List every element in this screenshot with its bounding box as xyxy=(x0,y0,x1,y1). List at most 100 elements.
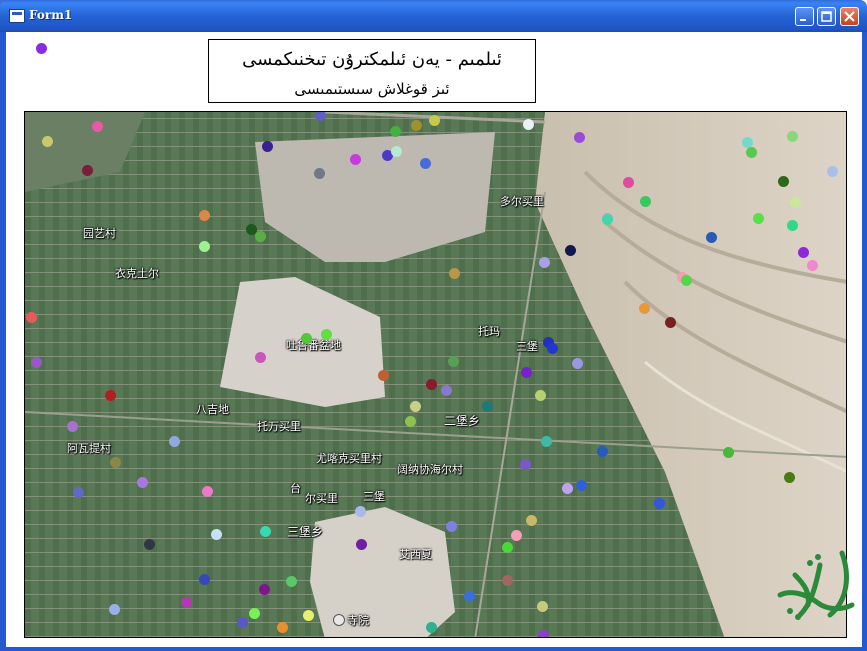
place-label: 衣克土尔 xyxy=(115,267,159,280)
title-bar[interactable]: Form1 xyxy=(0,0,867,32)
close-button[interactable] xyxy=(840,7,859,26)
tracking-dot xyxy=(202,486,213,497)
tracking-dot xyxy=(547,343,558,354)
tracking-dot xyxy=(301,333,312,344)
tracking-dot xyxy=(249,608,260,619)
satellite-map[interactable]: 园艺村 衣克土尔 多尔买里 吐鲁番盆地 托玛 三堡 八吉地 托万买里 二堡乡 阿… xyxy=(24,111,847,638)
place-label: 吐鲁番盆地 xyxy=(286,339,341,352)
tracking-dot xyxy=(110,457,121,468)
tracking-dot xyxy=(199,574,210,585)
tracking-dot xyxy=(255,231,266,242)
heading-label: ئىلمىم - يەن ئىلمكترۇن تىخنىكمسى ئىز قوغ… xyxy=(208,39,536,103)
tracking-dot xyxy=(790,197,801,208)
tracking-dot xyxy=(482,401,493,412)
window-frame-right xyxy=(862,32,867,651)
tracking-dot xyxy=(807,260,818,271)
place-label: 托万买里 xyxy=(257,420,301,433)
tracking-dot xyxy=(526,515,537,526)
tracking-dot xyxy=(355,506,366,517)
tracking-dot xyxy=(237,617,248,628)
tracking-dot xyxy=(597,446,608,457)
tracking-dot xyxy=(356,539,367,550)
maximize-icon xyxy=(821,11,832,22)
tracking-dot xyxy=(199,241,210,252)
tracking-dot xyxy=(137,477,148,488)
tracking-dot xyxy=(520,459,531,470)
window-title: Form1 xyxy=(29,8,73,22)
tracking-dot xyxy=(441,385,452,396)
tracking-dot xyxy=(784,472,795,483)
tracking-dot xyxy=(538,630,549,637)
tracking-dot xyxy=(511,530,522,541)
place-label: 多尔买里 xyxy=(500,195,544,208)
tracking-dot xyxy=(82,165,93,176)
tracking-dot xyxy=(654,498,665,509)
tracking-dot xyxy=(602,214,613,225)
tracking-dot xyxy=(92,121,103,132)
tracking-dot xyxy=(259,584,270,595)
tracking-dot xyxy=(109,604,120,615)
tracking-dot xyxy=(623,177,634,188)
tracking-dot xyxy=(350,154,361,165)
poi-temple[interactable]: 寺院 xyxy=(333,612,369,628)
tracking-dot xyxy=(286,576,297,587)
temple-icon xyxy=(333,614,345,626)
tracking-dot xyxy=(537,601,548,612)
maximize-button[interactable] xyxy=(817,7,836,26)
calligraphy-logo xyxy=(777,550,855,620)
tracking-dot xyxy=(405,416,416,427)
tracking-dot xyxy=(681,275,692,286)
tracking-dot xyxy=(746,147,757,158)
tracking-dot xyxy=(753,213,764,224)
window-frame-bottom xyxy=(0,647,867,651)
minimize-button[interactable] xyxy=(795,7,814,26)
tracking-dot xyxy=(640,196,651,207)
heading-line-2: ئىز قوغلاش سىستىمىسى xyxy=(294,80,450,98)
tracking-dot xyxy=(391,146,402,157)
place-label: 艾西夏 xyxy=(399,548,432,561)
close-icon xyxy=(844,11,855,22)
place-label: 托玛 xyxy=(478,325,500,338)
tracking-dot xyxy=(706,232,717,243)
tracking-dot xyxy=(262,141,273,152)
tracking-dot xyxy=(502,542,513,553)
tracking-dot xyxy=(798,247,809,258)
tracking-dot xyxy=(448,356,459,367)
tracking-dot xyxy=(42,136,53,147)
tracking-dot xyxy=(562,483,573,494)
tracking-dot xyxy=(411,120,422,131)
tracking-dot xyxy=(211,529,222,540)
tracking-dot xyxy=(181,597,192,608)
tracking-dot xyxy=(26,312,37,323)
window-icon[interactable] xyxy=(9,9,25,23)
tracking-dot xyxy=(827,166,838,177)
tracking-dot xyxy=(36,43,47,54)
tracking-dot xyxy=(314,168,325,179)
tracking-dot xyxy=(199,210,210,221)
tracking-dot xyxy=(574,132,585,143)
tracking-dot xyxy=(378,370,389,381)
map-imagery xyxy=(25,112,846,637)
tracking-dot xyxy=(449,268,460,279)
tracking-dot xyxy=(565,245,576,256)
place-label: 尔买里 xyxy=(305,492,338,505)
tracking-dot xyxy=(541,436,552,447)
tracking-dot xyxy=(787,220,798,231)
place-label: 园艺村 xyxy=(83,227,116,240)
tracking-dot xyxy=(723,447,734,458)
place-label: 尤喀克买里村 xyxy=(316,452,382,465)
heading-line-1: ئىلمىم - يەن ئىلمكترۇن تىخنىكمسى xyxy=(242,49,502,70)
tracking-dot xyxy=(277,622,288,633)
tracking-dot xyxy=(464,591,475,602)
tracking-dot xyxy=(576,480,587,491)
place-label: 寺院 xyxy=(347,614,369,627)
tracking-dot xyxy=(426,622,437,633)
place-label: 三堡 xyxy=(363,490,385,503)
tracking-dot xyxy=(144,539,155,550)
place-label: 三堡乡 xyxy=(287,525,324,539)
tracking-dot xyxy=(535,390,546,401)
tracking-dot xyxy=(639,303,650,314)
tracking-dot xyxy=(502,575,513,586)
tracking-dot xyxy=(31,357,42,368)
tracking-dot xyxy=(169,436,180,447)
